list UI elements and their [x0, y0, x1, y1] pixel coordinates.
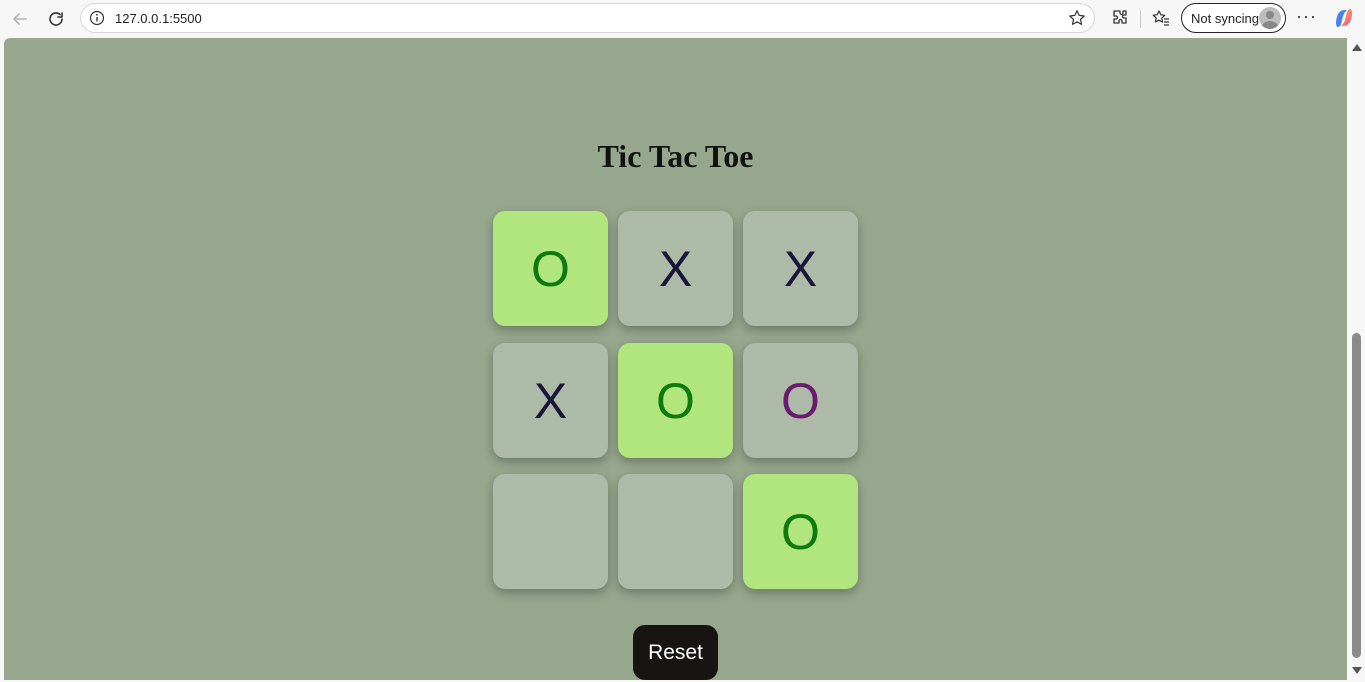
sync-status-label: Not syncing	[1191, 11, 1259, 26]
cell-mark: O	[781, 372, 820, 429]
board-cell[interactable]: O	[743, 474, 858, 589]
cell-mark: X	[533, 372, 568, 429]
board-cell[interactable]: O	[618, 343, 733, 458]
avatar	[1259, 7, 1281, 29]
page-viewport: Tic Tac Toe O X X X O O O Reset	[4, 38, 1347, 680]
cell-mark: O	[531, 240, 570, 297]
board-cell[interactable]	[618, 474, 733, 589]
board-cell[interactable]: O	[743, 343, 858, 458]
game-board: O X X X O O O	[493, 211, 858, 590]
favorite-star-icon[interactable]	[1068, 9, 1086, 27]
scroll-up-arrow-icon[interactable]	[1352, 44, 1362, 51]
cell-mark: X	[783, 240, 818, 297]
board-cell[interactable]: X	[743, 211, 858, 326]
page-title: Tic Tac Toe	[597, 138, 754, 174]
cell-mark: O	[656, 372, 695, 429]
profile-sync-button[interactable]: Not syncing	[1181, 3, 1286, 33]
favorites-icon[interactable]	[1151, 8, 1171, 28]
scrollbar-thumb[interactable]	[1352, 333, 1361, 658]
more-options-icon[interactable]: ···	[1296, 6, 1317, 27]
back-arrow-icon[interactable]	[6, 5, 34, 33]
refresh-icon[interactable]	[42, 5, 70, 33]
board-cell[interactable]: O	[493, 211, 608, 326]
toolbar-divider	[1140, 10, 1141, 28]
address-bar[interactable]: 127.0.0.1:5500	[80, 3, 1095, 33]
board-cell[interactable]: X	[493, 343, 608, 458]
browser-toolbar: 127.0.0.1:5500 Not syncing ···	[0, 0, 1365, 38]
cell-mark: X	[658, 240, 693, 297]
scrollbar[interactable]	[1348, 38, 1365, 682]
scroll-down-arrow-icon[interactable]	[1352, 667, 1362, 674]
copilot-icon[interactable]	[1333, 7, 1355, 29]
reset-button[interactable]: Reset	[633, 625, 718, 680]
cell-mark: O	[781, 503, 820, 560]
site-info-icon[interactable]	[89, 10, 105, 26]
board-cell[interactable]	[493, 474, 608, 589]
board-cell[interactable]: X	[618, 211, 733, 326]
extensions-icon[interactable]	[1110, 8, 1130, 28]
url-text: 127.0.0.1:5500	[115, 11, 202, 26]
